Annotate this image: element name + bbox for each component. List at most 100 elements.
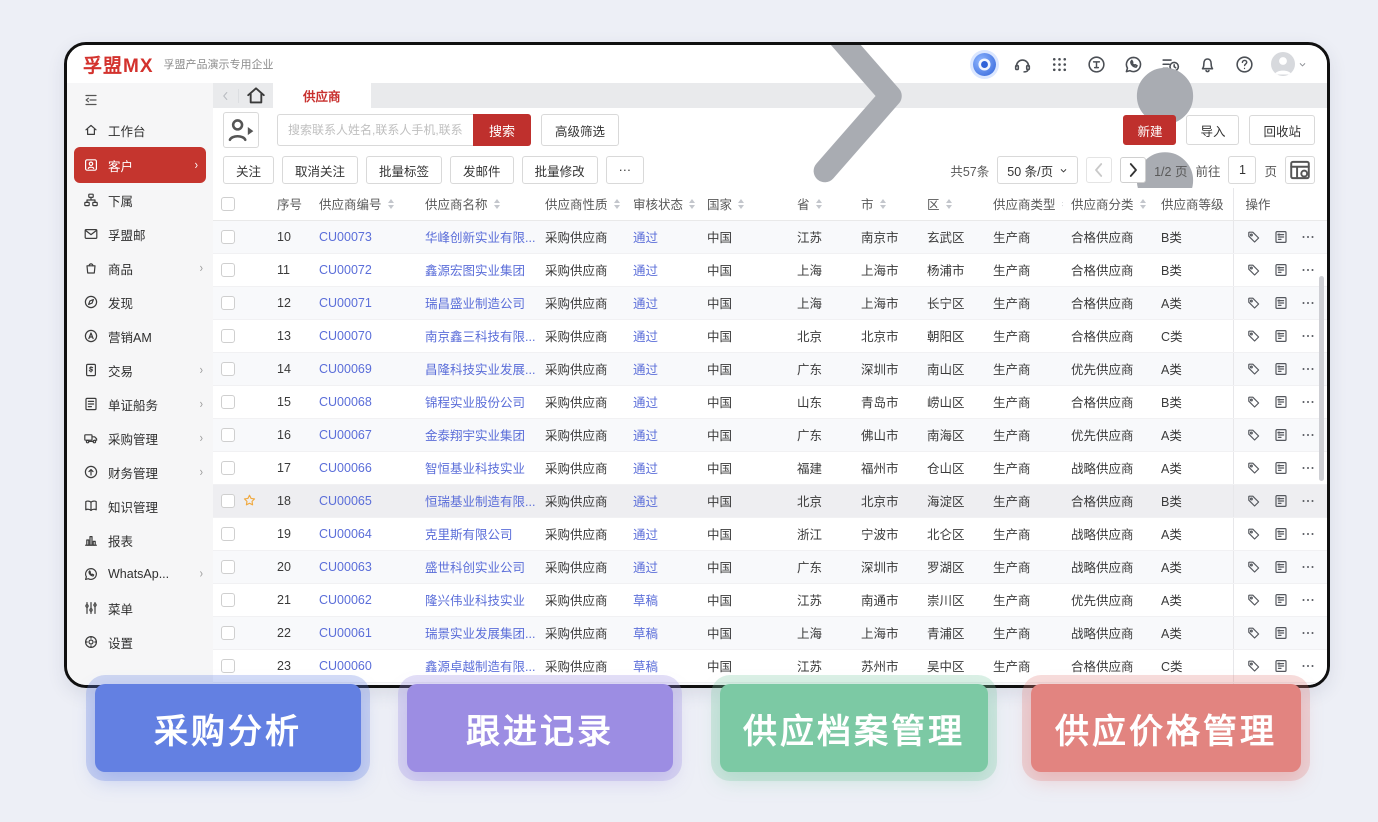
sort-icon[interactable] [614, 199, 620, 209]
detail-icon[interactable] [1273, 493, 1289, 509]
supplier-name-link[interactable]: 克里斯有限公司 [425, 528, 513, 542]
detail-icon[interactable] [1273, 394, 1289, 410]
tag-icon[interactable] [1246, 460, 1262, 476]
batch-action-button-1[interactable]: 关注 [223, 156, 274, 184]
sidebar-item-3[interactable]: 下属 [67, 183, 213, 217]
audit-status[interactable]: 通过 [633, 297, 658, 311]
supplier-code-link[interactable]: CU00066 [319, 461, 372, 475]
row-checkbox[interactable] [221, 560, 235, 574]
sort-icon[interactable] [1140, 199, 1146, 209]
sort-icon[interactable] [946, 199, 952, 209]
supplier-name-link[interactable]: 恒瑞基业制造有限... [425, 495, 535, 509]
batch-action-button-2[interactable]: 取消关注 [282, 156, 358, 184]
audit-status[interactable]: 通过 [633, 264, 658, 278]
sidebar-item-1[interactable]: 工作台 [67, 113, 213, 147]
column-header[interactable]: 供应商类型 [985, 188, 1063, 220]
audit-status[interactable]: 通过 [633, 462, 658, 476]
supplier-name-link[interactable]: 鑫源卓越制造有限... [425, 660, 535, 674]
supplier-code-link[interactable]: CU00063 [319, 560, 372, 574]
audit-status[interactable]: 通过 [633, 330, 658, 344]
tab-suppliers[interactable]: 供应商 [273, 83, 371, 108]
more-actions-icon[interactable] [1300, 328, 1316, 344]
more-actions-icon[interactable] [1300, 526, 1316, 542]
supplier-code-link[interactable]: CU00065 [319, 494, 372, 508]
supplier-name-link[interactable]: 瑞昌盛业制造公司 [425, 297, 525, 311]
overlay-button-1[interactable]: 采购分析 [95, 684, 361, 772]
sidebar-collapse-icon[interactable] [83, 92, 99, 108]
audit-status[interactable]: 草稿 [633, 660, 658, 674]
sort-icon[interactable] [816, 199, 822, 209]
audit-status[interactable]: 通过 [633, 561, 658, 575]
batch-action-button-6[interactable]: ··· [606, 156, 645, 184]
goto-page-input[interactable] [1228, 156, 1256, 184]
sidebar-item-14[interactable]: WhatsAp...› [67, 557, 213, 591]
column-header[interactable]: 供应商性质 [537, 188, 625, 220]
audit-status[interactable]: 草稿 [633, 627, 658, 641]
sidebar-item-16[interactable]: 设置 [67, 625, 213, 659]
supplier-name-link[interactable]: 智恒基业科技实业 [425, 462, 525, 476]
detail-icon[interactable] [1273, 328, 1289, 344]
more-actions-icon[interactable] [1300, 625, 1316, 641]
column-header[interactable]: 省 [789, 188, 853, 220]
supplier-code-link[interactable]: CU00068 [319, 395, 372, 409]
detail-icon[interactable] [1273, 592, 1289, 608]
row-checkbox[interactable] [221, 626, 235, 640]
supplier-code-link[interactable]: CU00069 [319, 362, 372, 376]
supplier-name-link[interactable]: 华峰创新实业有限... [425, 231, 535, 245]
contact-search-toggle[interactable] [223, 112, 259, 148]
column-header[interactable]: 区 [919, 188, 985, 220]
detail-icon[interactable] [1273, 229, 1289, 245]
row-checkbox[interactable] [221, 263, 235, 277]
column-header[interactable]: 市 [853, 188, 919, 220]
star-icon[interactable] [242, 493, 257, 508]
supplier-name-link[interactable]: 鑫源宏图实业集团 [425, 264, 525, 278]
import-button[interactable]: 导入 [1186, 115, 1239, 145]
supplier-name-link[interactable]: 隆兴伟业科技实业 [425, 594, 525, 608]
sidebar-item-13[interactable]: 报表 [67, 523, 213, 557]
supplier-code-link[interactable]: CU00071 [319, 296, 372, 310]
sidebar-item-7[interactable]: 营销AM [67, 319, 213, 353]
tag-icon[interactable] [1246, 493, 1262, 509]
sidebar-item-5[interactable]: 商品› [67, 251, 213, 285]
row-checkbox[interactable] [221, 296, 235, 310]
sort-icon[interactable] [880, 199, 886, 209]
advanced-filter-button[interactable]: 高级筛选 [541, 114, 619, 146]
sidebar-item-9[interactable]: 单证船务› [67, 387, 213, 421]
supplier-name-link[interactable]: 昌隆科技实业发展... [425, 363, 535, 377]
detail-icon[interactable] [1273, 361, 1289, 377]
more-actions-icon[interactable] [1300, 361, 1316, 377]
more-actions-icon[interactable] [1300, 295, 1316, 311]
row-checkbox[interactable] [221, 428, 235, 442]
supplier-name-link[interactable]: 锦程实业股份公司 [425, 396, 525, 410]
supplier-name-link[interactable]: 盛世科创实业公司 [425, 561, 525, 575]
sidebar-item-11[interactable]: 财务管理› [67, 455, 213, 489]
more-actions-icon[interactable] [1300, 658, 1316, 674]
sidebar-item-2[interactable]: 客户› [74, 147, 206, 183]
tag-icon[interactable] [1246, 394, 1262, 410]
more-actions-icon[interactable] [1300, 460, 1316, 476]
column-settings-button[interactable] [1285, 156, 1315, 184]
supplier-code-link[interactable]: CU00070 [319, 329, 372, 343]
sidebar-item-4[interactable]: 孚盟邮 [67, 217, 213, 251]
page-size-select[interactable]: 50 条/页 [997, 156, 1078, 184]
audit-status[interactable]: 通过 [633, 363, 658, 377]
detail-icon[interactable] [1273, 559, 1289, 575]
supplier-code-link[interactable]: CU00061 [319, 626, 372, 640]
vertical-scrollbar[interactable] [1319, 276, 1324, 481]
sidebar-item-6[interactable]: 发现 [67, 285, 213, 319]
tag-icon[interactable] [1246, 229, 1262, 245]
more-actions-icon[interactable] [1300, 427, 1316, 443]
row-checkbox[interactable] [221, 395, 235, 409]
search-button[interactable]: 搜索 [473, 114, 531, 146]
audit-status[interactable]: 通过 [633, 528, 658, 542]
overlay-button-4[interactable]: 供应价格管理 [1031, 684, 1301, 772]
batch-action-button-4[interactable]: 发邮件 [450, 156, 514, 184]
row-checkbox[interactable] [221, 461, 235, 475]
tag-icon[interactable] [1246, 361, 1262, 377]
detail-icon[interactable] [1273, 427, 1289, 443]
detail-icon[interactable] [1273, 262, 1289, 278]
next-page-button[interactable] [1120, 157, 1146, 183]
sidebar-item-10[interactable]: 采购管理› [67, 421, 213, 455]
overlay-button-2[interactable]: 跟进记录 [407, 684, 673, 772]
audit-status[interactable]: 通过 [633, 495, 658, 509]
